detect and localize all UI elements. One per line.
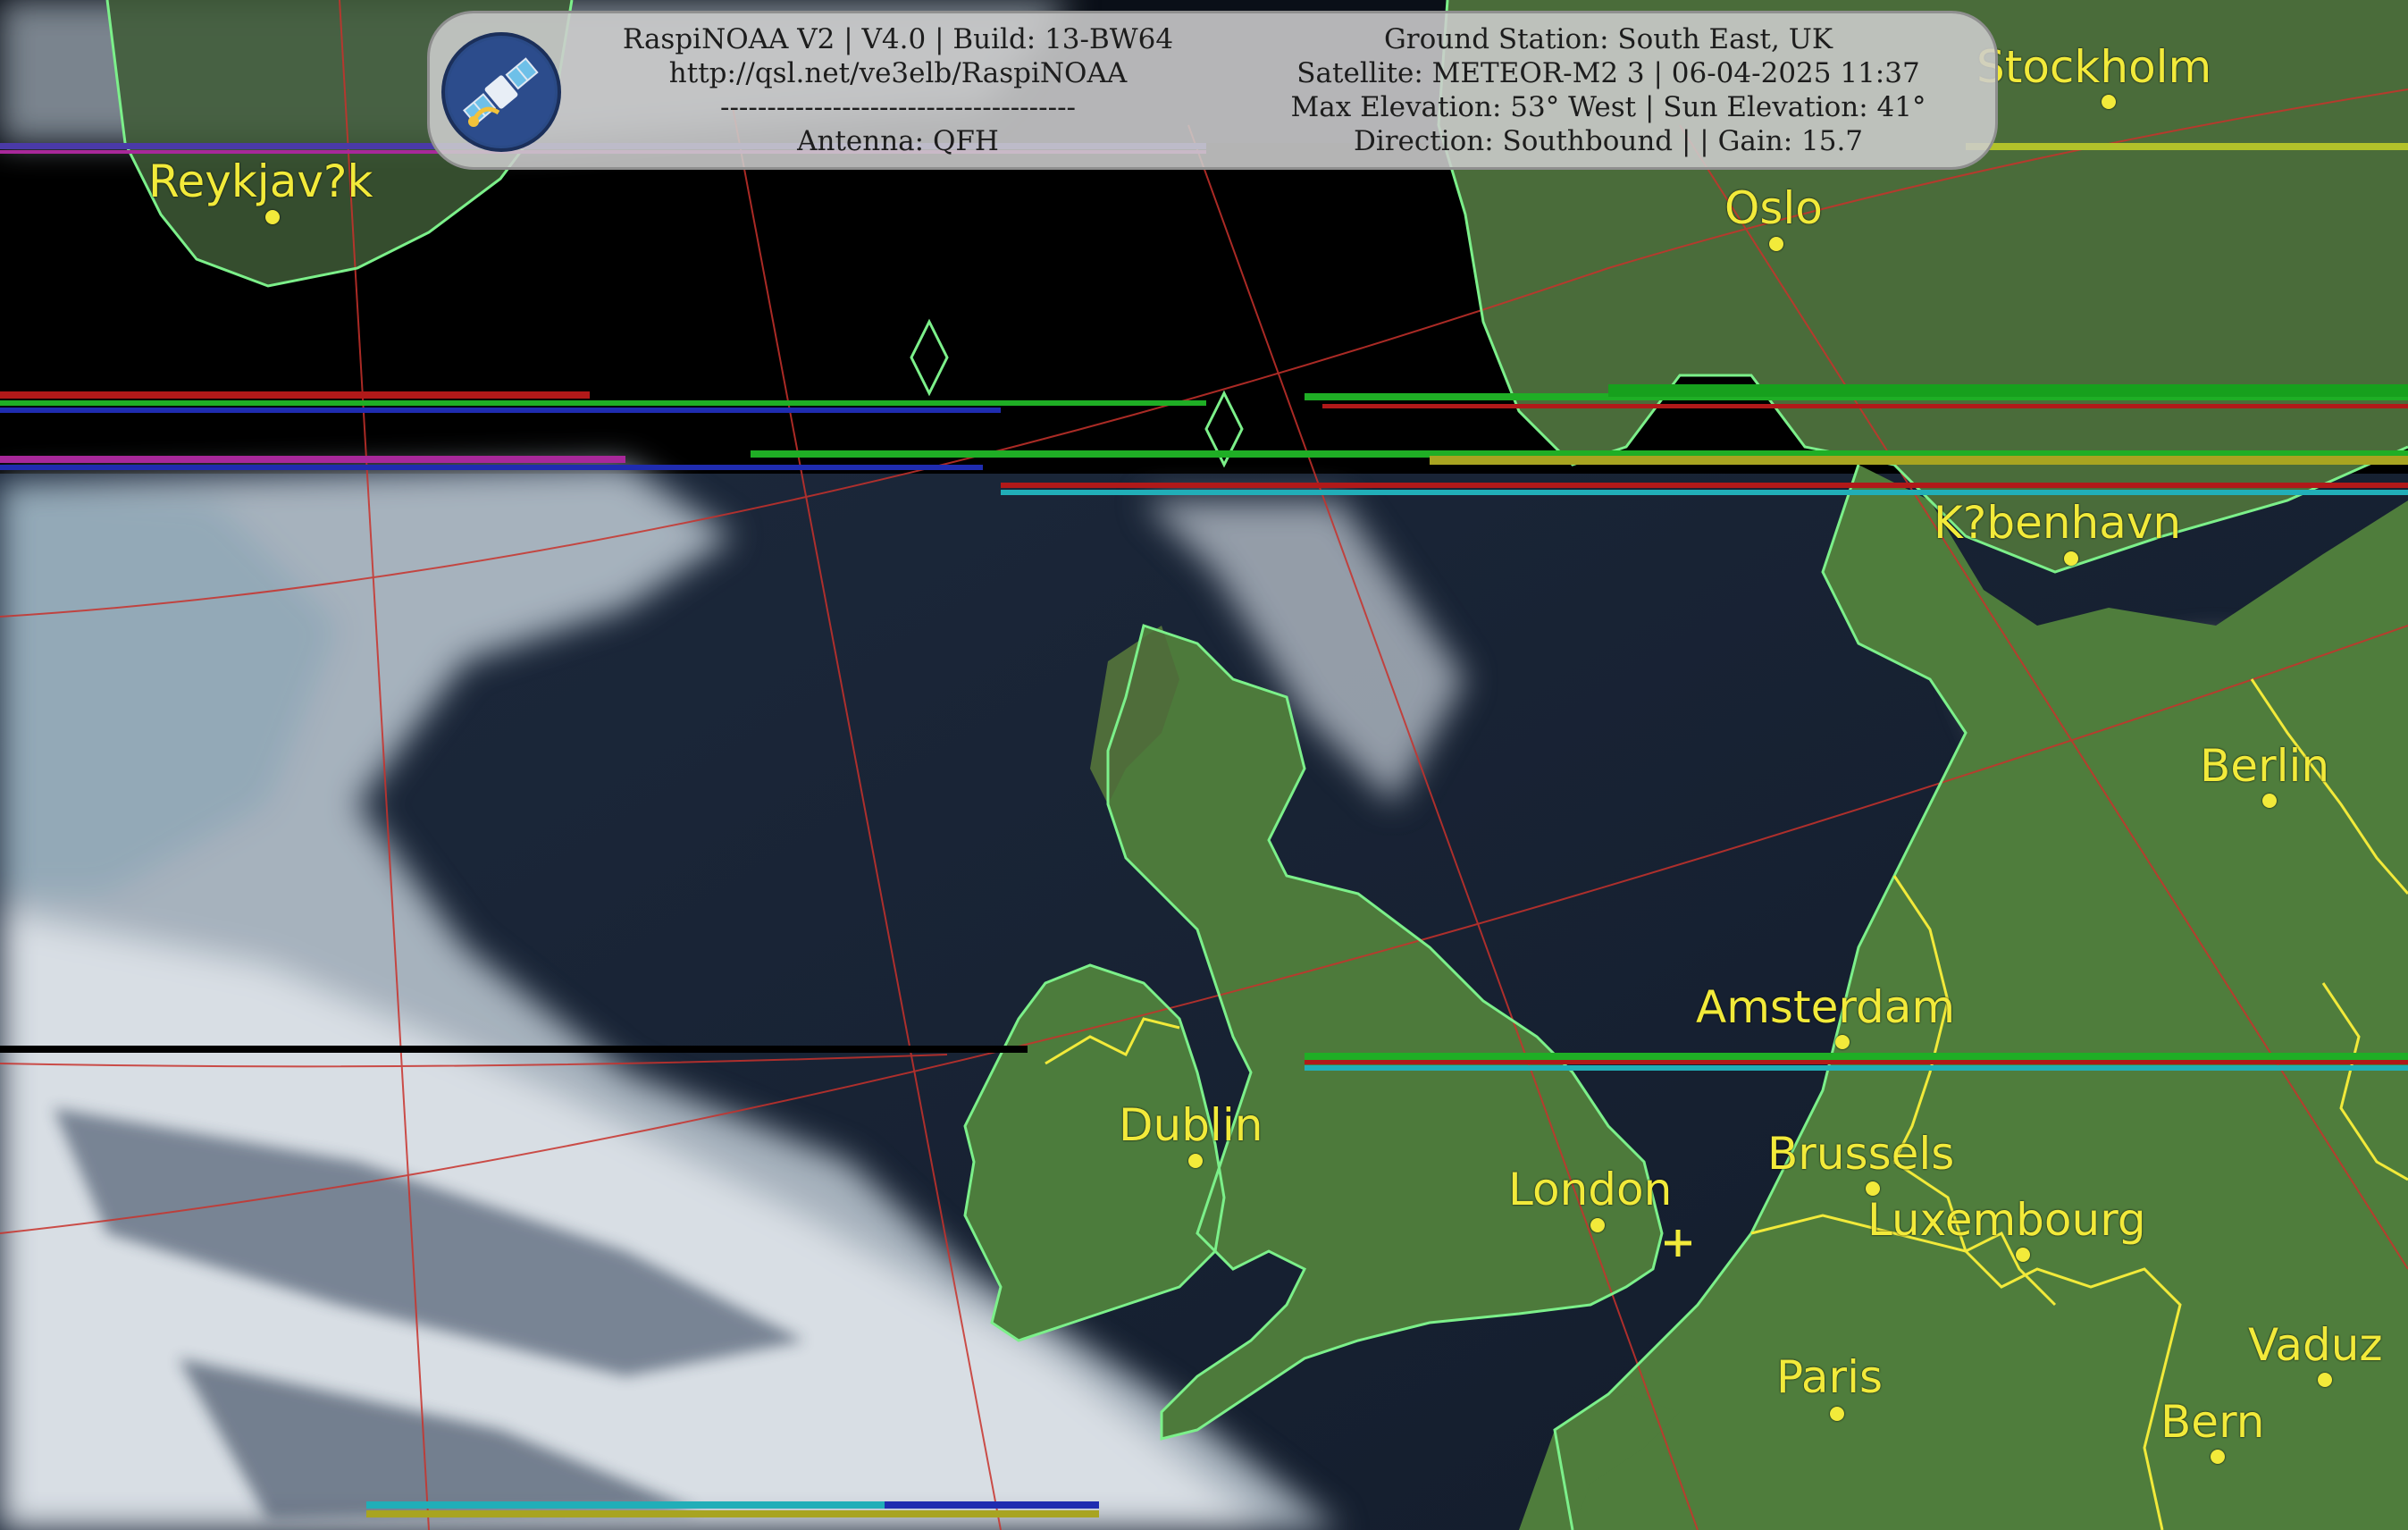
city-dot-dublin: [1188, 1154, 1203, 1168]
header-left-line-1: RaspiNOAA V2 | V4.0 | Build: 13-BW64: [622, 23, 1174, 55]
satellite-icon: [441, 32, 561, 152]
satellite-map: Reykjav?k Stockholm Oslo K?benhavn Berli…: [0, 0, 2408, 1530]
city-dot-oslo: [1769, 237, 1783, 251]
city-dot-luxembourg: [2016, 1248, 2030, 1262]
city-dot-paris: [1830, 1407, 1844, 1421]
city-dot-bern: [2211, 1450, 2225, 1464]
city-label-amsterdam: Amsterdam: [1696, 981, 1956, 1033]
header-left-line-2: http://qsl.net/ve3elb/RaspiNOAA: [668, 57, 1128, 89]
city-label-paris: Paris: [1776, 1351, 1884, 1403]
header-left-line-3: --------------------------------------: [719, 91, 1077, 123]
city-label-bern: Bern: [2160, 1396, 2265, 1448]
city-dot-stockholm: [2102, 95, 2116, 109]
city-dot-kobenhavn: [2064, 551, 2078, 566]
city-label-kobenhavn: K?benhavn: [1934, 497, 2182, 549]
header-right-line-4: Direction: Southbound | | Gain: 15.7: [1353, 125, 1864, 157]
city-label-dublin: Dublin: [1119, 1099, 1263, 1151]
header-right-line-3: Max Elevation: 53° West | Sun Elevation:…: [1290, 91, 1926, 123]
city-dot-amsterdam: [1835, 1035, 1850, 1049]
city-dot-berlin: [2262, 794, 2277, 808]
city-label-reykjavik: Reykjav?k: [148, 156, 373, 207]
city-label-luxembourg: Luxembourg: [1867, 1194, 2146, 1246]
city-label-berlin: Berlin: [2200, 740, 2330, 792]
city-dot-reykjavik: [265, 210, 280, 224]
city-dot-london: [1590, 1218, 1605, 1232]
city-dot-vaduz: [2318, 1373, 2332, 1387]
city-label-oslo: Oslo: [1724, 182, 1823, 234]
city-label-brussels: Brussels: [1767, 1128, 1955, 1180]
header-right-line-2: Satellite: METEOR-M2 3 | 06-04-2025 11:3…: [1296, 57, 1920, 89]
city-label-vaduz: Vaduz: [2248, 1319, 2383, 1371]
header-left-line-4: Antenna: QFH: [797, 125, 999, 157]
header-right-line-1: Ground Station: South East, UK: [1384, 23, 1833, 55]
city-label-stockholm: Stockholm: [1976, 41, 2212, 93]
satellite-image: [0, 0, 2408, 1530]
city-label-london: London: [1508, 1164, 1673, 1215]
